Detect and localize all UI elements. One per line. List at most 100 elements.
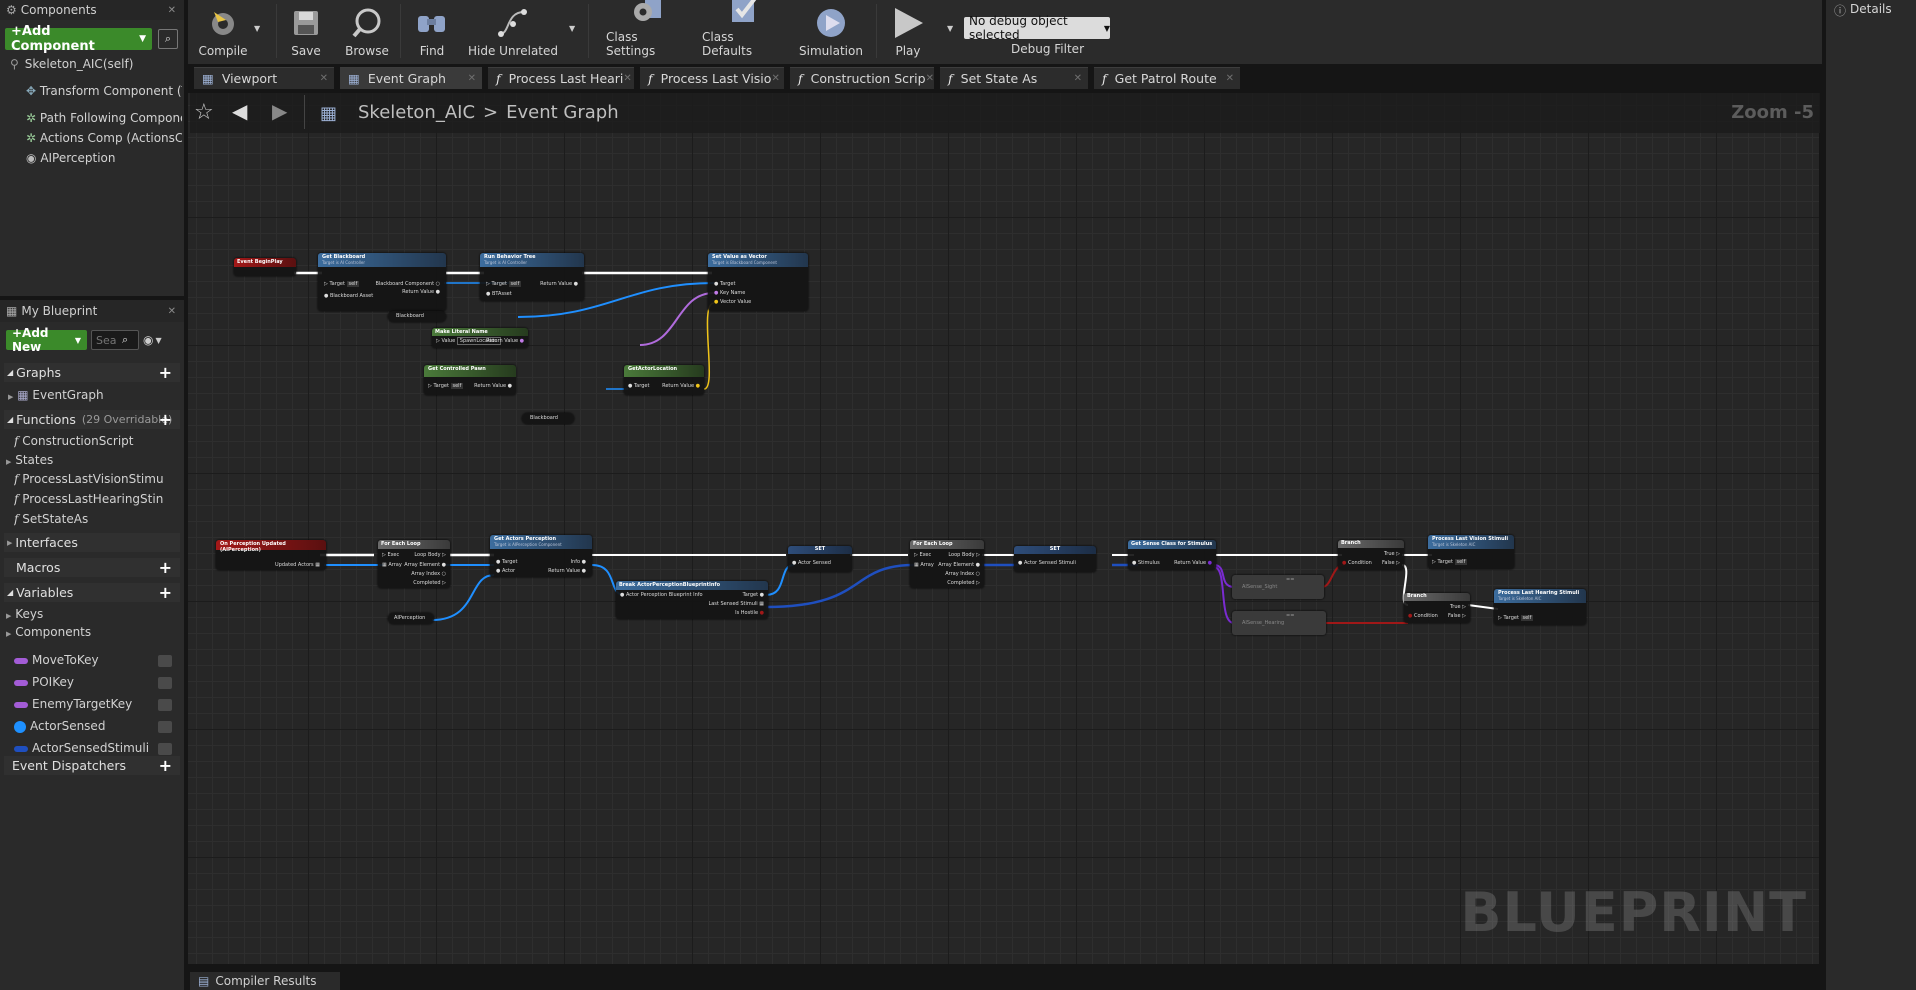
node-get-actor-location[interactable]: GetActorLocation ● Target Return Value ● [624,365,704,395]
pin-updated-actors[interactable]: Updated Actors ▦ [275,562,320,568]
node-blackboard-var[interactable]: Blackboard [388,311,446,322]
pin-condition[interactable]: ● Condition [1342,560,1372,566]
functions-category[interactable]: ◢ Functions (29 Overridable) + [4,410,180,429]
pin-return[interactable]: Return Value ● [662,383,700,389]
component-item-actions[interactable]: ✲ Actions Comp (ActionsCo [26,131,182,145]
pin-condition[interactable]: ● Condition [1408,613,1438,619]
my-blueprint-tab[interactable]: ▦ My Blueprint ✕ [0,300,184,322]
play-button[interactable]: Play [888,0,928,62]
add-new-button[interactable]: +Add New ▼ [6,326,87,354]
tab-viewport[interactable]: ▦ Viewport ✕ [194,67,334,89]
visibility-eye-icon[interactable] [158,655,172,667]
node-set-value-as-vector[interactable]: Set Value as Vector Target is Blackboard … [708,253,808,311]
pin-actor-sensed[interactable]: ● Actor Sensed [792,560,831,566]
component-item-path-following[interactable]: ✲ Path Following Compone [26,111,182,125]
variable-item[interactable]: POIKey [14,675,180,689]
add-component-button[interactable]: +Add Component ▼ [5,24,152,54]
pin-input-info[interactable]: ● Actor Perception Blueprint Info [620,592,703,598]
states-category[interactable]: ▶ States [6,453,53,467]
pin-target[interactable]: ▷ Target self [428,383,464,389]
component-item-transform[interactable]: ✥ Transform Component (T [26,84,182,98]
node-for-each-loop-2[interactable]: For Each Loop ▷ Exec ▦ Array Loop Body ▷… [910,540,984,588]
compiler-results-tab[interactable]: ▤ Compiler Results [190,972,340,990]
pin-true[interactable]: True ▷ [1384,551,1400,557]
pin-stimulus[interactable]: ● Stimulus [1132,560,1160,566]
pin-target[interactable]: ▷ Target self [1432,559,1468,565]
function-item-constructionscript[interactable]: f ConstructionScript [14,434,134,448]
tab-construction-script[interactable]: f Construction Scrip ✕ [790,67,934,89]
search-input[interactable] [92,333,122,347]
pin-loop-body[interactable]: Loop Body ▷ [414,552,446,558]
add-variable-icon[interactable]: + [159,584,172,601]
pin-false[interactable]: False ▷ [1382,560,1400,566]
variable-item[interactable]: EnemyTargetKey [14,697,180,711]
pin-return[interactable]: Return Value ● [402,289,440,295]
close-icon[interactable]: ✕ [168,306,176,317]
add-graph-icon[interactable]: + [159,364,172,381]
visibility-eye-icon[interactable] [158,677,172,689]
pin-target[interactable]: ● Target [714,281,735,287]
node-branch-2[interactable]: Branch ● Condition True ▷ False ▷ [1404,593,1470,623]
pin-false[interactable]: False ▷ [1448,613,1466,619]
pin-true[interactable]: True ▷ [1450,604,1466,610]
breadcrumb-root[interactable]: Skeleton_AIC [358,102,475,123]
node-get-actors-perception[interactable]: Get Actors Perception Target is AIPercept… [490,535,592,577]
compile-button[interactable]: Compile [194,0,252,62]
node-event-beginplay[interactable]: Event BeginPlay [234,258,296,276]
class-settings-button[interactable]: Class Settings [606,0,690,62]
tab-event-graph[interactable]: ▦ Event Graph ✕ [340,67,482,89]
state-item[interactable]: f ProcessLastVisionStimu [14,472,182,486]
close-tab-icon[interactable]: ✕ [320,73,328,84]
variable-item[interactable]: ActorSensedStimuli [14,741,180,755]
save-button[interactable]: Save [286,0,326,62]
pin-info[interactable]: Info ● [571,559,586,565]
details-tab[interactable]: ⓘ Details [1834,2,1892,19]
simulation-button[interactable]: Simulation [796,0,866,62]
breadcrumb-current[interactable]: Event Graph [506,102,619,123]
tab-process-last-vision[interactable]: f Process Last Visio ✕ [640,67,784,89]
pin-actor[interactable]: ● Actor [496,568,515,574]
close-tab-icon[interactable]: ✕ [926,73,934,84]
graphs-category[interactable]: ◢ Graphs + [4,363,180,382]
node-equal-sight[interactable]: AISense_Sight == [1232,575,1324,599]
node-process-last-hearing[interactable]: Process Last Hearing Stimuli Target is Sk… [1494,589,1586,625]
pin-return[interactable]: Return Value ● [474,383,512,389]
search-field[interactable]: ⌕ [91,330,139,350]
node-make-literal-name[interactable]: Make Literal Name ▷ Value SpawnLocation … [432,328,528,348]
node-run-behavior-tree[interactable]: Run Behavior Tree Target is AI Controller… [480,253,584,301]
pin-array-element[interactable]: Array Element ● [938,562,980,568]
pin-return[interactable]: Return Value ● [548,568,586,574]
visibility-eye-icon[interactable] [158,721,172,733]
pin-target[interactable]: ▷ Target self [1498,615,1534,621]
pin-blackboard-asset[interactable]: ● Blackboard Asset [324,293,373,299]
pin-target[interactable]: ● Target [496,559,517,565]
node-equal-hearing[interactable]: AISense_Hearing == [1232,611,1326,635]
pin-array-index[interactable]: Array Index ○ [411,571,446,577]
node-break-perception-info[interactable]: Break ActorPerceptionBlueprintInfo ● Act… [616,581,768,619]
pin-target[interactable]: ▷ Target self [324,281,360,287]
node-get-blackboard[interactable]: Get Blackboard Target is AI Controller ▷ … [318,253,446,311]
hide-unrelated-button[interactable]: Hide Unrelated [468,0,558,62]
close-tab-icon[interactable]: ✕ [468,73,476,84]
favorite-star-icon[interactable]: ☆ [194,100,214,125]
hide-unrelated-chevron-icon[interactable]: ▼ [569,24,575,33]
forward-arrow-icon[interactable]: ▶ [272,99,287,123]
close-tab-icon[interactable]: ✕ [1226,73,1234,84]
pin-array[interactable]: ▦ Array [914,562,934,568]
node-process-last-vision[interactable]: Process Last Vision Stimuli Target is Ske… [1428,535,1514,569]
close-tab-icon[interactable]: ✕ [1074,73,1082,84]
tab-get-patrol-route[interactable]: f Get Patrol Route ✕ [1094,67,1240,89]
state-item[interactable]: f SetStateAs [14,512,88,526]
variables-category[interactable]: ◢ Variables + [4,583,180,602]
pin-loop-body[interactable]: Loop Body ▷ [948,552,980,558]
tab-process-last-hearing[interactable]: f Process Last Heari ✕ [488,67,634,89]
node-blackboard-var[interactable]: Blackboard [522,413,574,424]
node-aiperception-var[interactable]: AIPerception [388,613,434,624]
find-button[interactable]: Find [410,0,454,62]
compile-options-chevron-icon[interactable]: ▼ [254,24,260,33]
pin-exec[interactable]: ▷ Exec [914,552,931,558]
pin-completed[interactable]: Completed ▷ [947,580,980,586]
tab-set-state-as[interactable]: f Set State As ✕ [940,67,1088,89]
add-function-icon[interactable]: + [159,411,172,428]
pin-return[interactable]: Return Value ● [1174,560,1212,566]
